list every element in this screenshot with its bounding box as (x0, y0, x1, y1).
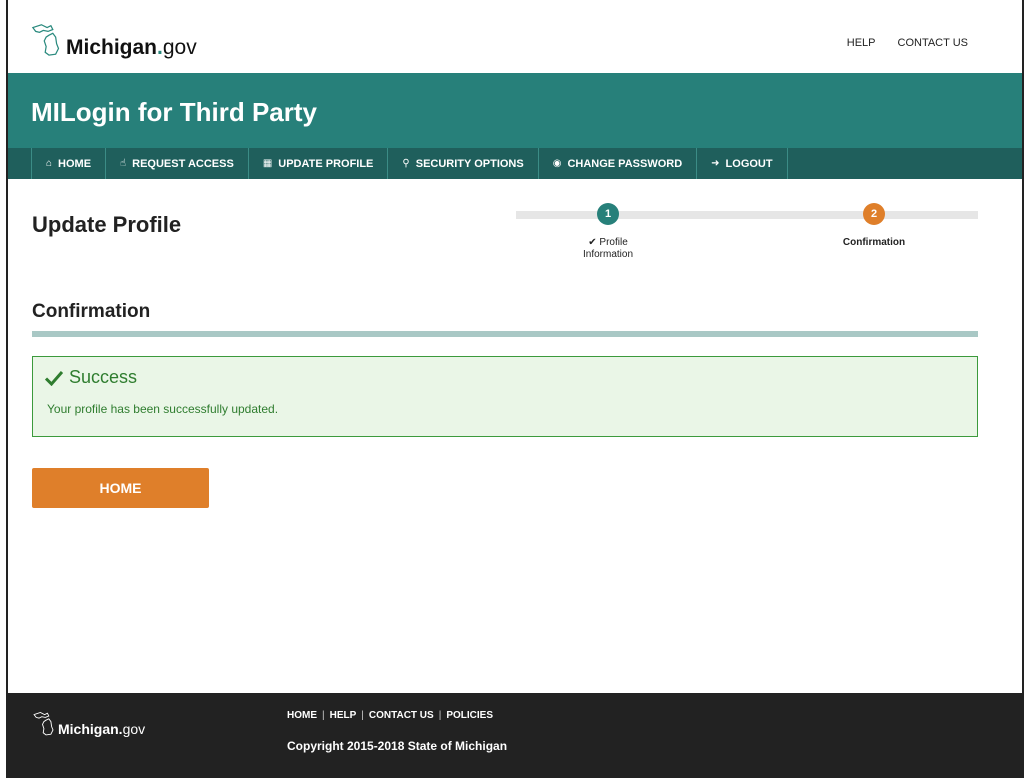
top-links: HELP CONTACT US (847, 37, 968, 49)
lock-icon: ◉ (552, 158, 562, 169)
footer-help-link[interactable]: HELP (330, 710, 357, 721)
nav-request-access[interactable]: ☝ REQUEST ACCESS (106, 148, 249, 179)
alert-title: Success (69, 367, 138, 387)
nav-security-options[interactable]: ⚲ SECURITY OPTIONS (388, 148, 539, 179)
alert-message: Your profile has been successfully updat… (47, 402, 279, 416)
key-icon: ⚲ (402, 158, 410, 169)
footer-logo-text: Michigan.gov (58, 721, 146, 737)
step-1-marker: 1 (597, 203, 619, 225)
logo-text: Michigan.gov (66, 36, 197, 59)
footer-separator: | (322, 710, 325, 721)
hand-pointer-icon: ☝ (120, 158, 127, 169)
sign-out-icon: ➜ (711, 158, 720, 169)
nav-update-profile-label: UPDATE PROFILE (278, 157, 374, 170)
footer-michigan-gov-logo[interactable]: Michigan.gov (32, 709, 145, 737)
site-header: Michigan.gov HELP CONTACT US (8, 0, 1022, 73)
home-button[interactable]: HOME (32, 468, 209, 508)
main-nav: ⌂ HOME ☝ REQUEST ACCESS ▦ UPDATE PROFILE… (8, 148, 1022, 179)
footer-contact-us-link[interactable]: CONTACT US (369, 710, 434, 721)
step-2-label: Confirmation (842, 237, 906, 248)
nav-security-options-label: SECURITY OPTIONS (415, 157, 524, 170)
footer-separator: | (361, 710, 364, 721)
nav-logout-label: LOGOUT (725, 157, 773, 170)
section-divider (32, 331, 978, 337)
footer-links: HOME | HELP | CONTACT US | POLICIES (287, 710, 493, 721)
page-title: Update Profile (32, 212, 182, 237)
footer-separator: | (438, 710, 442, 721)
footer-policies-link[interactable]: POLICIES (446, 710, 493, 721)
id-card-icon: ▦ (262, 158, 273, 169)
app-title: MILogin for Third Party (31, 97, 317, 127)
footer-home-link[interactable]: HOME (287, 710, 317, 721)
footer-michigan-outline-icon (33, 712, 54, 736)
help-link[interactable]: HELP (847, 37, 876, 49)
alert-heading: Success (45, 367, 137, 388)
nav-home-label: HOME (58, 157, 92, 170)
michigan-gov-logo[interactable]: Michigan.gov (30, 20, 197, 58)
home-icon: ⌂ (46, 158, 53, 169)
check-icon: ✔ (588, 237, 597, 248)
michigan-state-outline-icon (31, 24, 60, 56)
nav-home[interactable]: ⌂ HOME (31, 148, 107, 179)
success-alert: Success Your profile has been successful… (32, 356, 978, 437)
app-banner: MILogin for Third Party (8, 73, 1022, 148)
nav-change-password-label: CHANGE PASSWORD (567, 157, 683, 170)
nav-request-access-label: REQUEST ACCESS (132, 157, 234, 170)
progress-stepper: 1 2 ✔ Profile Information Confirmation (516, 201, 978, 281)
section-title: Confirmation (32, 301, 151, 322)
step-2-marker: 2 (863, 203, 885, 225)
footer-copyright: Copyright 2015-2018 State of Michigan (287, 739, 508, 753)
nav-logout[interactable]: ➜ LOGOUT (697, 148, 788, 179)
contact-us-link[interactable]: CONTACT US (898, 37, 969, 49)
nav-change-password[interactable]: ◉ CHANGE PASSWORD (539, 148, 698, 179)
nav-update-profile[interactable]: ▦ UPDATE PROFILE (249, 148, 389, 179)
site-footer: Michigan.gov HOME | HELP | CONTACT US | … (8, 693, 1022, 776)
step-1-label: ✔ Profile Information (582, 237, 634, 260)
page-frame: Michigan.gov HELP CONTACT US MILogin for… (6, 0, 1024, 778)
checkmark-icon (45, 370, 63, 386)
stepper-track (516, 211, 978, 219)
